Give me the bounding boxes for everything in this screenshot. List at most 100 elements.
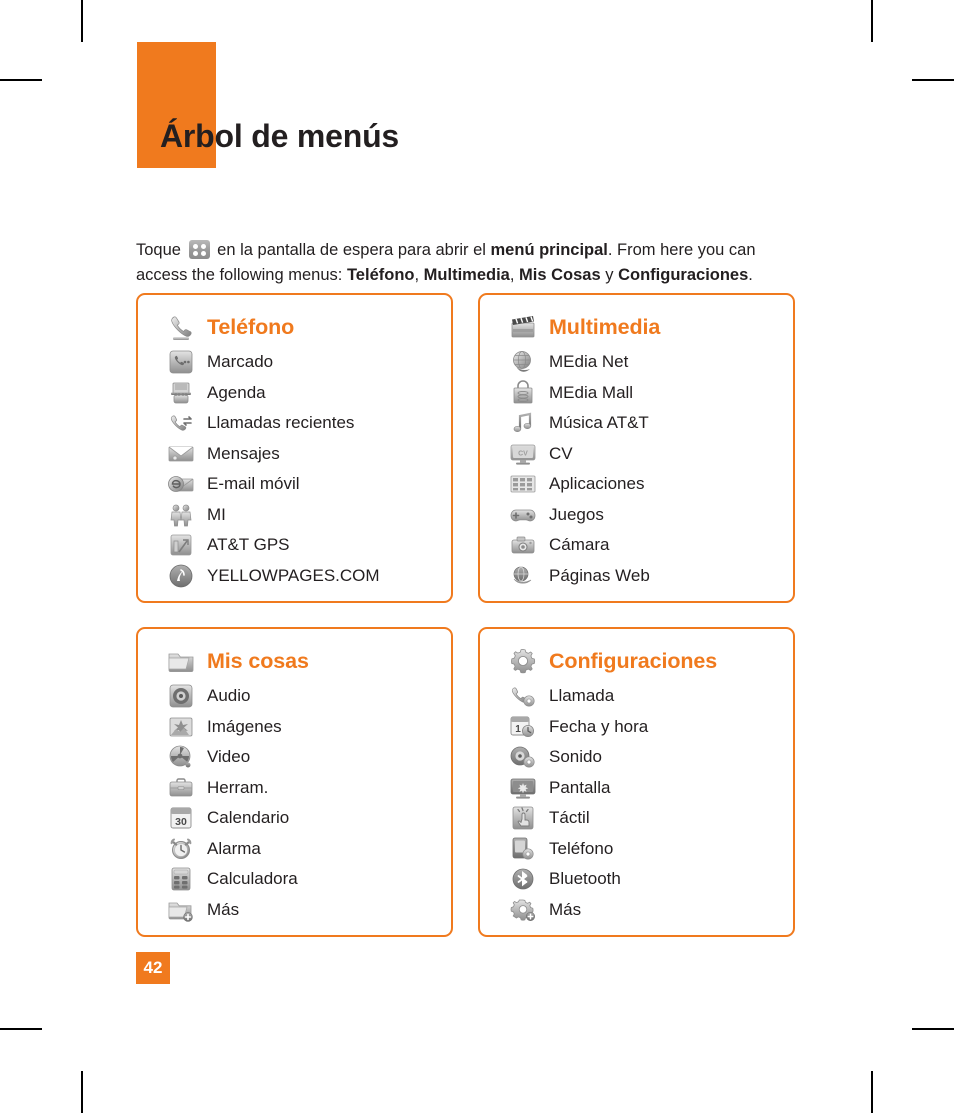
display-monitor-icon (508, 774, 538, 802)
applications-grid-icon (508, 470, 538, 498)
list-item[interactable]: AT&T GPS (166, 530, 441, 561)
list-item-label: MEdia Net (549, 352, 629, 372)
list-item[interactable]: 30 Calendario (166, 803, 441, 834)
list-item[interactable]: Juegos (508, 500, 783, 531)
panel-heading-label: Teléfono (207, 314, 295, 339)
panel-heading-label: Configuraciones (549, 648, 718, 673)
crop-mark-bottom-right-horizontal (912, 1028, 954, 1030)
list-item[interactable]: Calculadora (166, 864, 441, 895)
call-settings-icon (508, 682, 538, 710)
list-item[interactable]: Alarma (166, 834, 441, 865)
list-item[interactable]: Música AT&T (508, 408, 783, 439)
dialer-icon (166, 348, 196, 376)
intro-conjunction: y (605, 265, 614, 284)
list-item[interactable]: Pantalla (508, 773, 783, 804)
list-item[interactable]: Más (166, 895, 441, 926)
list-item[interactable]: MEdia Mall (508, 378, 783, 409)
phone-handset-icon (166, 310, 196, 344)
list-item-label: Calendario (207, 808, 290, 828)
list-item[interactable]: MEdia Net (508, 347, 783, 378)
yellowpages-icon (166, 562, 196, 590)
list-item[interactable]: Llamadas recientes (166, 408, 441, 439)
panel-heading-multimedia: Multimedia (508, 307, 783, 347)
list-item-label: Más (207, 899, 240, 919)
gamepad-icon (508, 501, 538, 529)
calendar-icon: 30 (166, 804, 196, 832)
instant-messaging-icon (166, 501, 196, 529)
cv-monitor-icon: CV (508, 440, 538, 468)
bluetooth-icon (508, 865, 538, 893)
list-item[interactable]: Teléfono (508, 834, 783, 865)
list-item-label: Más (549, 899, 582, 919)
list-item[interactable]: CV CV (508, 439, 783, 470)
list-item-label: Calculadora (207, 869, 298, 889)
list-item[interactable]: Cámara (508, 530, 783, 561)
images-icon (166, 713, 196, 741)
date-time-icon: 1 (508, 713, 538, 741)
svg-text:CV: CV (518, 450, 528, 457)
envelope-icon (166, 440, 196, 468)
panel-heading-mis-cosas: Mis cosas (166, 641, 441, 681)
intro-sep-1: , (414, 265, 420, 284)
list-item[interactable]: Táctil (508, 803, 783, 834)
camera-icon (508, 531, 538, 559)
calculator-icon (166, 865, 196, 893)
touch-icon (508, 804, 538, 832)
list-item[interactable]: Agenda (166, 378, 441, 409)
list-item[interactable]: Más (508, 895, 783, 926)
panel-heading-label: Mis cosas (207, 648, 309, 673)
web-pages-icon (508, 562, 538, 590)
intro-text-1: Toque (136, 240, 181, 259)
list-item-label: Cámara (549, 535, 610, 555)
list-item-label: Herram. (207, 777, 269, 797)
list-item[interactable]: Bluetooth (508, 864, 783, 895)
phone-settings-icon (508, 835, 538, 863)
list-item-label: Llamada (549, 686, 615, 706)
list-item[interactable]: Video (166, 742, 441, 773)
calendar-day-number: 30 (175, 816, 187, 828)
intro-paragraph: Toque en la pantalla de espera para abri… (136, 238, 801, 288)
page-number-badge: 42 (136, 952, 170, 984)
date-day-number: 1 (515, 724, 521, 735)
list-item[interactable]: YELLOWPAGES.COM (166, 561, 441, 592)
crop-mark-bottom-left-horizontal (0, 1028, 42, 1030)
intro-bold-menu-principal: menú principal (490, 240, 608, 259)
list-item-label: CV (549, 443, 573, 463)
toolbox-icon (166, 774, 196, 802)
list-item[interactable]: Imágenes (166, 712, 441, 743)
intro-bold-multimedia: Multimedia (423, 265, 510, 284)
list-item-label: MEdia Mall (549, 382, 634, 402)
sound-settings-icon (508, 743, 538, 771)
list-item[interactable]: 1 Fecha y hora (508, 712, 783, 743)
list-item[interactable]: E-mail móvil (166, 469, 441, 500)
list-item[interactable]: Herram. (166, 773, 441, 804)
list-item-label: Fecha y hora (549, 716, 649, 736)
intro-bold-configuraciones: Configuraciones (618, 265, 749, 284)
list-item[interactable]: MI (166, 500, 441, 531)
list-item-label: Bluetooth (549, 869, 621, 889)
list-item[interactable]: Aplicaciones (508, 469, 783, 500)
list-item[interactable]: Audio (166, 681, 441, 712)
list-item-label: Música AT&T (549, 413, 649, 433)
list-item-label: Agenda (207, 382, 266, 402)
gps-navigation-icon (166, 531, 196, 559)
list-item-label: Aplicaciones (549, 474, 645, 494)
list-item[interactable]: Sonido (508, 742, 783, 773)
grid-menu-icon (188, 239, 210, 259)
alarm-clock-icon (166, 835, 196, 863)
intro-bold-telefono: Teléfono (346, 265, 415, 284)
list-item[interactable]: Llamada (508, 681, 783, 712)
list-item-label: Teléfono (549, 838, 614, 858)
panel-telefono: Teléfono Marcado Agenda Llamadas recient… (136, 293, 453, 603)
gear-add-icon (508, 896, 538, 924)
intro-period: . (748, 265, 753, 284)
list-item[interactable]: Páginas Web (508, 561, 783, 592)
panel-configuraciones: Configuraciones Llamada 1 Fecha y hora S… (478, 627, 795, 937)
audio-disc-icon (166, 682, 196, 710)
list-item-label: Páginas Web (549, 565, 650, 585)
intro-bold-mis-cosas: Mis Cosas (519, 265, 601, 284)
crop-mark-bottom-right-vertical (871, 1071, 873, 1113)
list-item[interactable]: Mensajes (166, 439, 441, 470)
globe-net-icon (508, 348, 538, 376)
list-item[interactable]: Marcado (166, 347, 441, 378)
